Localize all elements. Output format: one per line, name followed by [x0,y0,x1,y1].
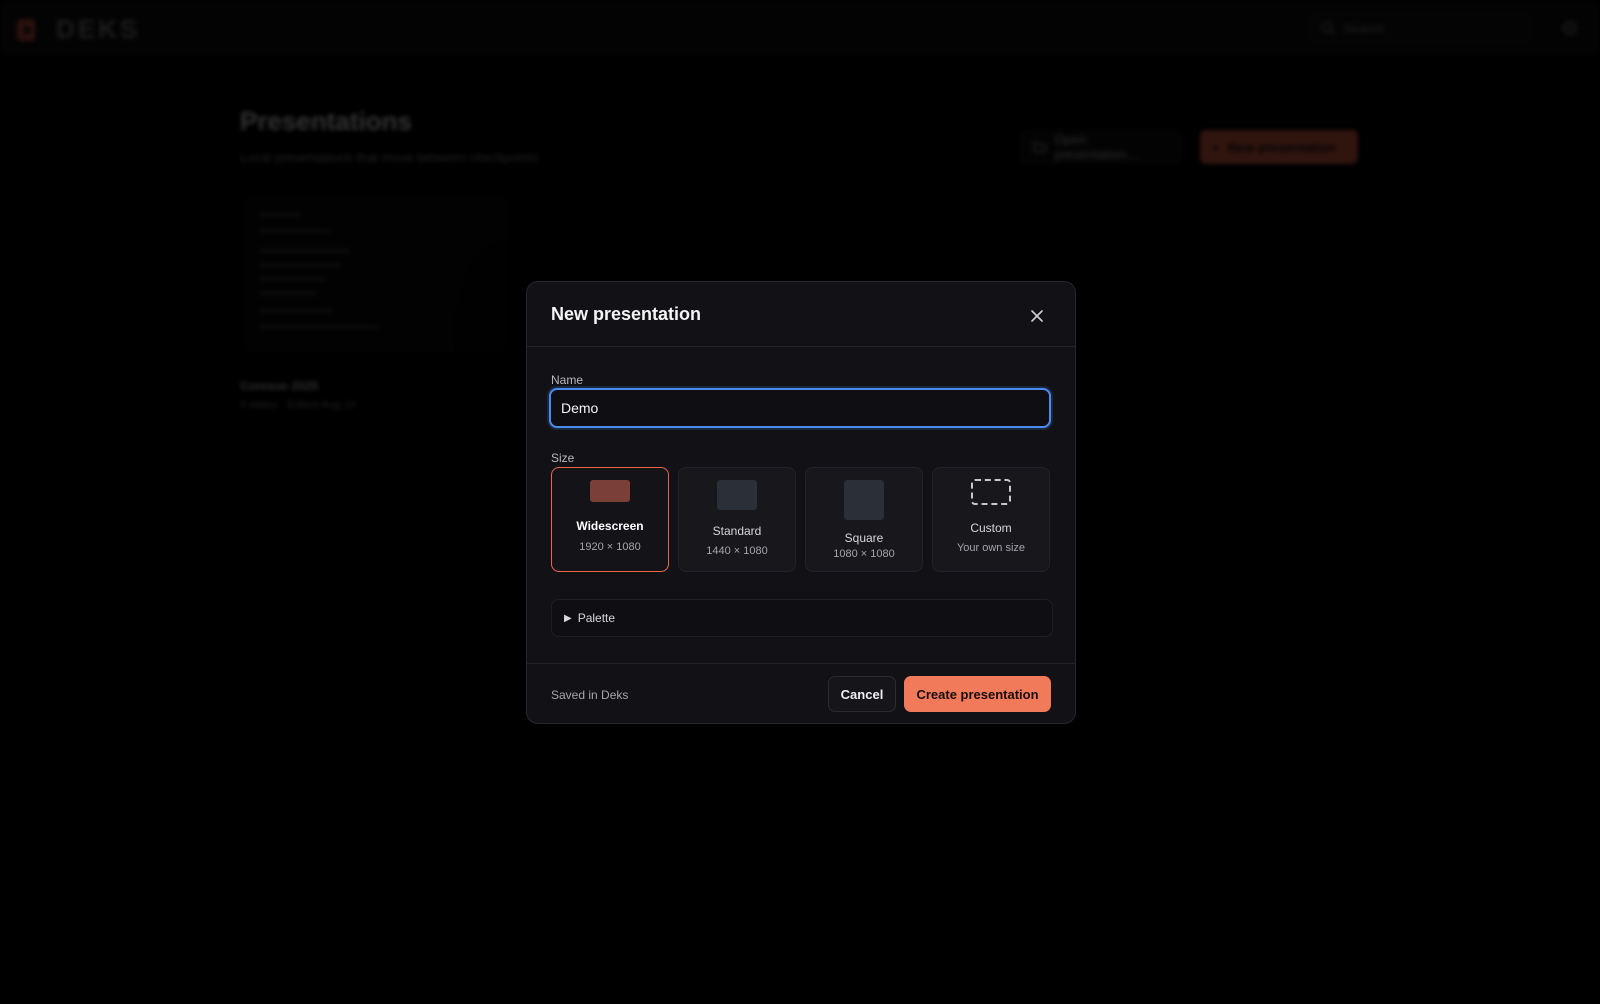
close-button[interactable] [1023,302,1051,330]
size-option-dimensions: 1920 × 1080 [579,541,641,553]
size-option-name: Square [844,531,884,545]
triangle-right-icon: ▶ [564,612,572,624]
size-option-name: Standard [712,524,762,538]
close-icon [1031,310,1043,322]
save-location-note: Saved in Deks [551,688,629,702]
standard-shape-icon [717,480,757,510]
name-label: Name [551,373,584,387]
size-option-standard[interactable]: Standard 1440 × 1080 [678,467,796,572]
create-presentation-button[interactable]: Create presentation [904,676,1051,712]
widescreen-shape-icon [590,480,630,502]
cancel-button[interactable]: Cancel [828,676,896,712]
dialog-header: New presentation [527,282,1075,347]
size-option-custom[interactable]: Custom Your own size [932,467,1050,572]
palette-label: Palette [577,611,616,625]
size-label: Size [551,451,575,465]
square-shape-icon [844,480,884,520]
app-root: DEKS Search Presentations Local presenta… [0,0,1600,1004]
size-option-dimensions: 1440 × 1080 [706,545,768,557]
new-presentation-dialog: New presentation Name Size Widescreen 19… [526,281,1076,724]
size-option-widescreen[interactable]: Widescreen 1920 × 1080 [551,467,669,572]
palette-disclosure[interactable]: ▶ Palette [551,599,1053,637]
dialog-footer: Saved in Deks Cancel Create presentation [527,663,1075,725]
size-option-name: Custom [970,521,1012,535]
dialog-title: New presentation [551,304,702,324]
custom-size-dashed-icon [971,479,1011,505]
size-option-name: Widescreen [576,519,644,533]
size-option-dimensions: Your own size [956,542,1026,554]
size-option-square[interactable]: Square 1080 × 1080 [805,467,923,572]
name-input[interactable] [549,388,1051,428]
size-option-dimensions: 1080 × 1080 [833,548,895,560]
